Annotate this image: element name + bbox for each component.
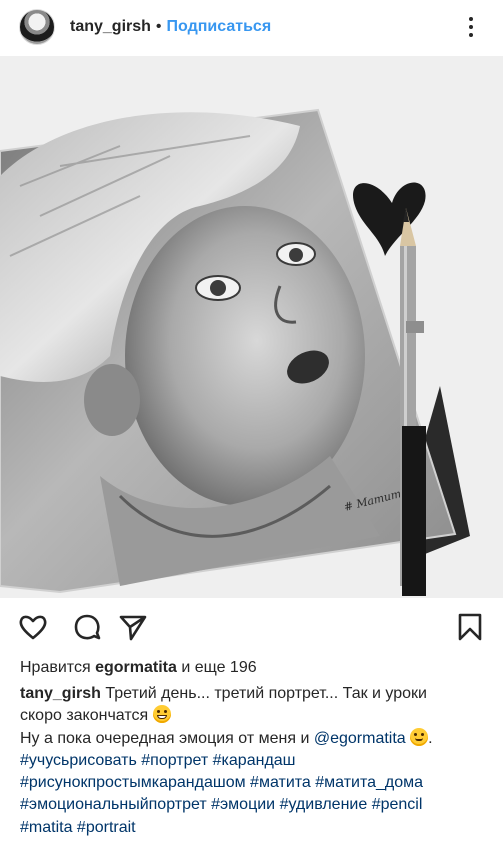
avatar[interactable] xyxy=(19,9,55,45)
caption-line: tany_girsh Третий день... третий портрет… xyxy=(20,683,490,705)
more-options-icon[interactable] xyxy=(459,15,483,39)
comment-icon[interactable] xyxy=(72,612,102,642)
action-bar xyxy=(0,604,503,648)
post-caption: tany_girsh Третий день... третий портрет… xyxy=(20,683,490,839)
share-icon[interactable] xyxy=(118,612,148,642)
likes-suffix[interactable]: и еще 196 xyxy=(181,659,256,676)
hashtags-line[interactable]: #учусьрисовать #портрет #карандаш xyxy=(20,750,490,772)
hashtags-line[interactable]: #рисунокпростымкарандашом #матита #матит… xyxy=(20,772,490,794)
caption-author[interactable]: tany_girsh xyxy=(20,685,101,702)
bookmark-icon[interactable] xyxy=(455,612,485,642)
caption-text: Третий день... третий портрет... Так и у… xyxy=(105,685,427,702)
header-text: tany_girsh • Подписаться xyxy=(70,18,271,36)
likes-prefix: Нравится xyxy=(20,659,91,676)
grinning-emoji-icon xyxy=(152,705,171,724)
caption-text: . xyxy=(428,729,433,747)
caption-text: Ну а пока очередная эмоция от меня и xyxy=(20,729,310,747)
liked-by-user[interactable]: egormatita xyxy=(95,659,177,676)
follow-button[interactable]: Подписаться xyxy=(167,18,272,36)
hashtags-line[interactable]: #matita #portrait xyxy=(20,817,490,839)
mention-link[interactable]: @egormatita xyxy=(314,730,406,747)
caption-line: скоро закончатся xyxy=(20,705,490,727)
heart-icon[interactable] xyxy=(18,612,48,642)
sketch-illustration: # Матита xyxy=(0,56,503,598)
caption-text: скоро закончатся xyxy=(20,707,149,725)
post-author-username[interactable]: tany_girsh xyxy=(70,18,151,36)
winking-emoji-icon xyxy=(410,727,429,746)
post-header: tany_girsh • Подписаться xyxy=(0,0,503,54)
caption-line: Ну а пока очередная эмоция от меня и @eg… xyxy=(20,727,490,750)
separator-dot: • xyxy=(155,18,162,35)
hashtags-line[interactable]: #эмоциональныйпортрет #эмоции #удивление… xyxy=(20,794,490,816)
post-image[interactable]: # Матита xyxy=(0,56,503,598)
likes-summary[interactable]: Нравится egormatita и еще 196 xyxy=(20,657,257,679)
